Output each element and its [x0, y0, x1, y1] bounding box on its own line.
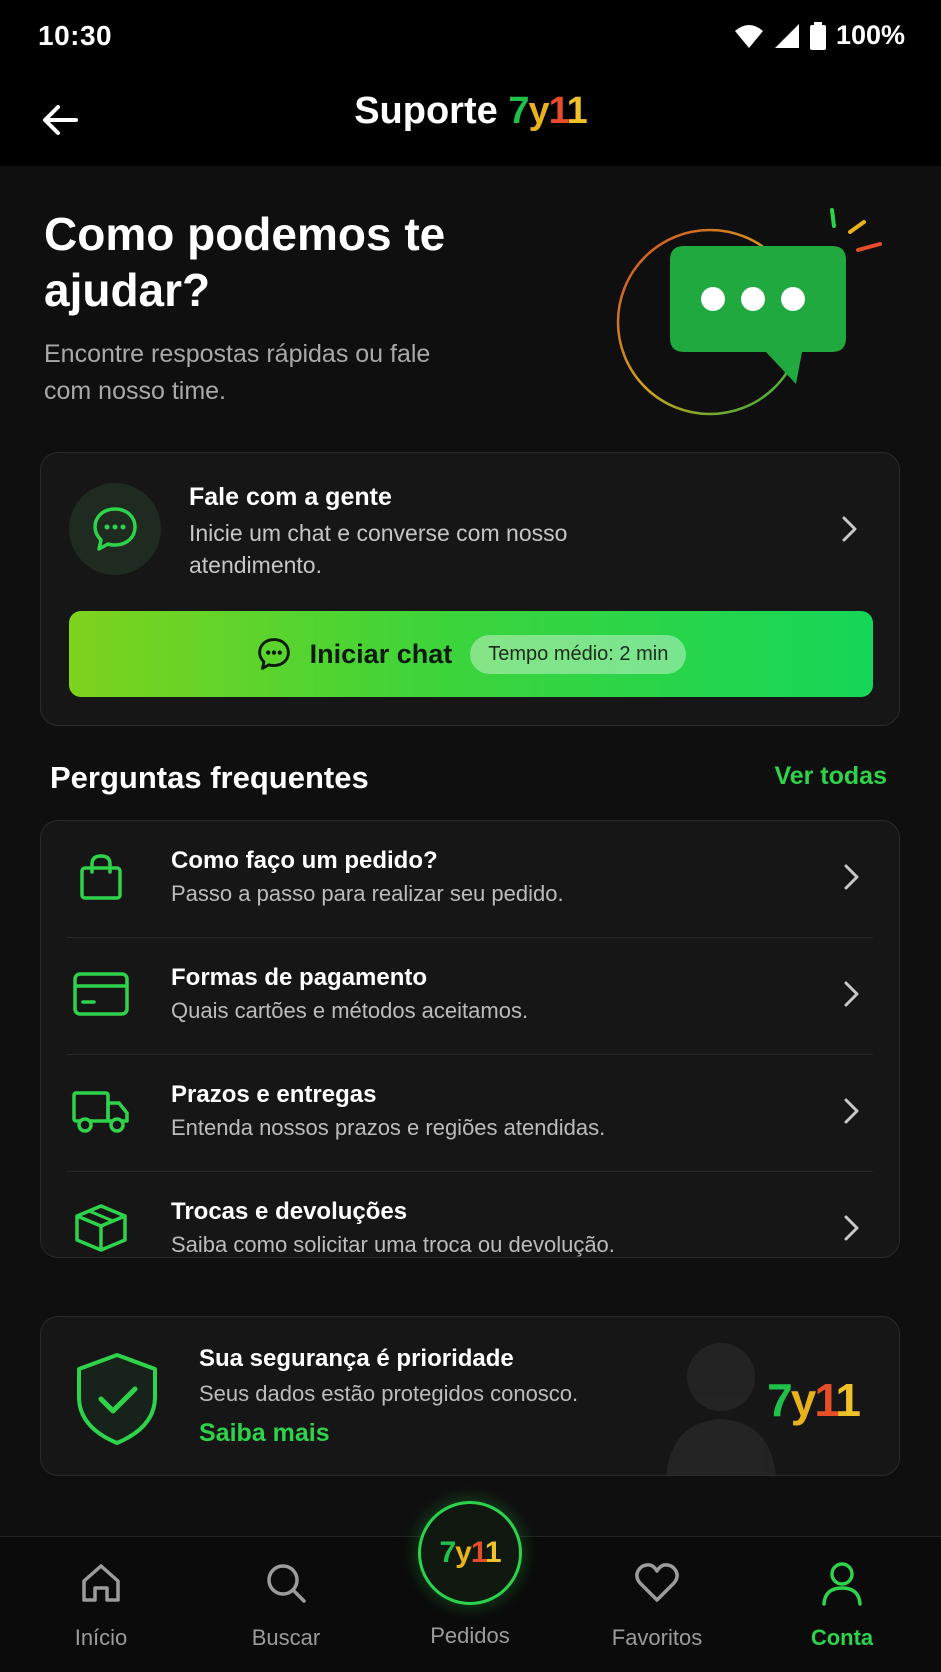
chat-bubble-icon	[93, 507, 137, 551]
credit-card-icon	[71, 966, 131, 1022]
brand-logo: 7y11	[767, 1374, 861, 1426]
faq-item-title: Prazos e entregas	[171, 1081, 377, 1108]
faq-item-order[interactable]: Como faço um pedido? Passo a passo para …	[41, 821, 901, 937]
person-silhouette-decoration	[666, 1343, 776, 1475]
brand-logo: 7y11	[439, 1536, 501, 1569]
chat-card: Fale com a gente Inicie um chat e conver…	[40, 452, 900, 726]
shopping-bag-icon	[71, 849, 131, 905]
hero-title: Como podemos te ajudar?	[44, 208, 446, 316]
security-card: Sua segurança é prioridade Seus dados es…	[40, 1316, 900, 1476]
battery-icon	[809, 21, 826, 50]
nav-label: Buscar	[251, 1625, 321, 1650]
security-title: Sua segurança é prioridade	[199, 1345, 514, 1372]
chat-card-title: Fale com a gente	[189, 483, 392, 511]
nav-label: Início	[74, 1625, 128, 1650]
hero-subtitle: Encontre respostas rápidas ou fale com n…	[44, 340, 431, 405]
wait-time-badge: Tempo médio: 2 min	[470, 634, 687, 674]
see-all-link[interactable]: Ver todas	[774, 762, 887, 791]
faq-item-payment[interactable]: Formas de pagamento Quais cartões e méto…	[41, 938, 901, 1054]
chevron-right-icon	[844, 1215, 859, 1241]
status-bar: 10:30 100%	[0, 0, 941, 76]
nav-label: Conta	[810, 1625, 874, 1650]
nav-home[interactable]: Início	[26, 1557, 176, 1667]
wifi-icon	[734, 24, 763, 48]
nav-search[interactable]: Buscar	[211, 1557, 361, 1667]
nav-orders-button[interactable]: 7y11	[418, 1501, 522, 1605]
status-icons: 100%	[734, 20, 905, 51]
faq-item-description: Entenda nossos prazos e regiões atendida…	[171, 1115, 606, 1140]
shield-check-icon	[67, 1345, 167, 1453]
battery-percent: 100%	[835, 20, 905, 50]
chat-card-description: Inicie um chat e converse com nosso aten…	[189, 520, 568, 578]
faq-item-title: Como faço um pedido?	[171, 847, 438, 874]
faq-item-delivery[interactable]: Prazos e entregas Entenda nossos prazos …	[41, 1055, 901, 1171]
start-chat-label: Iniciar chat	[309, 638, 453, 669]
status-time: 10:30	[38, 20, 113, 51]
chevron-right-icon	[844, 981, 859, 1007]
chat-bubble-icon	[257, 638, 290, 670]
start-chat-button[interactable]: Iniciar chat Tempo médio: 2 min	[69, 611, 873, 697]
nav-label: Favoritos	[611, 1625, 703, 1650]
chat-icon-circle	[69, 483, 161, 575]
page-title-text: Suporte	[354, 90, 498, 132]
truck-icon	[71, 1083, 131, 1139]
learn-more-link[interactable]: Saiba mais	[199, 1419, 330, 1448]
brand-logo: 7y11	[508, 90, 587, 132]
faq-item-returns[interactable]: Trocas e devoluções Saiba como solicitar…	[41, 1172, 901, 1288]
nav-account[interactable]: Conta	[767, 1557, 917, 1667]
faq-item-description: Passo a passo para realizar seu pedido.	[171, 881, 564, 906]
faq-list: Como faço um pedido? Passo a passo para …	[40, 820, 900, 1258]
support-content: Como podemos te ajudar? Encontre respost…	[0, 166, 941, 1536]
page-title: Suporte 7y11	[0, 90, 941, 133]
home-icon	[26, 1557, 176, 1609]
chat-bubble-illustration	[616, 208, 882, 416]
faq-item-title: Formas de pagamento	[171, 964, 428, 991]
heart-icon	[582, 1557, 732, 1609]
box-icon	[71, 1200, 131, 1256]
chevron-right-icon	[844, 864, 859, 890]
chevron-right-icon[interactable]	[835, 515, 863, 543]
security-description: Seus dados estão protegidos conosco.	[199, 1381, 579, 1406]
chevron-right-icon	[844, 1098, 859, 1124]
bottom-nav: Início Buscar 7y11 Pedidos Favoritos Con…	[0, 1501, 941, 1672]
faq-item-description: Saiba como solicitar uma troca ou devolu…	[171, 1232, 615, 1257]
app-bar: Suporte 7y11	[0, 76, 941, 166]
faq-item-description: Quais cartões e métodos aceitamos.	[171, 998, 529, 1023]
signal-icon	[774, 23, 799, 48]
user-icon	[767, 1557, 917, 1609]
faq-heading: Perguntas frequentes	[50, 760, 369, 795]
nav-favorites[interactable]: Favoritos	[582, 1557, 732, 1667]
faq-item-title: Trocas e devoluções	[171, 1198, 408, 1225]
nav-label[interactable]: Pedidos	[395, 1623, 545, 1649]
search-icon	[211, 1557, 361, 1609]
